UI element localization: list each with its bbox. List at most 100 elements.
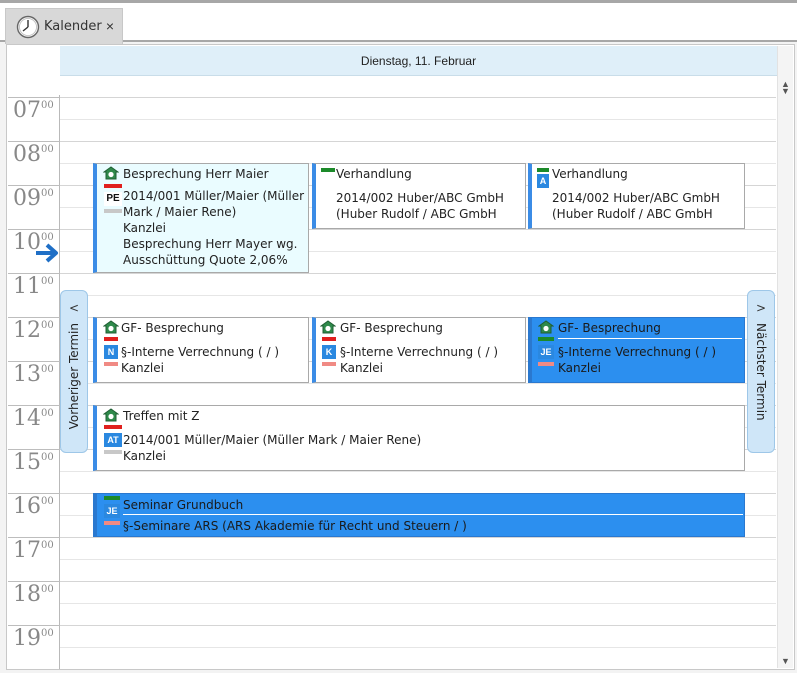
- appointment-besprechung-herr-maier[interactable]: Besprechung Herr Maier PE 2014/001 Mülle…: [93, 163, 309, 273]
- status-bar-green: [104, 496, 120, 500]
- hour-label: 1100: [13, 276, 60, 298]
- tab-close-icon[interactable]: ×: [106, 18, 114, 34]
- next-appointment-button[interactable]: > Nächster Termin: [747, 290, 775, 453]
- appointment-line-2: Kanzlei: [558, 361, 601, 375]
- appointment-title: Verhandlung: [336, 167, 412, 181]
- half-hour-gridline: [60, 471, 776, 472]
- hour-minutes: 00: [41, 540, 54, 551]
- appointment-title: GF- Besprechung: [558, 321, 661, 335]
- hour-separator: [8, 185, 60, 186]
- hour-separator: [8, 361, 60, 362]
- hour-number: 14: [13, 406, 41, 431]
- user-badge: PE: [104, 192, 122, 206]
- hour-number: 12: [13, 318, 41, 343]
- user-badge: AT: [104, 433, 122, 447]
- next-appointment-label: Nächster Termin: [754, 323, 768, 421]
- chevron-right-icon: >: [755, 301, 767, 315]
- status-bar-pink: [538, 362, 554, 366]
- title-separator: [123, 514, 743, 515]
- hour-minutes: 00: [41, 188, 54, 199]
- hour-minutes: 00: [41, 364, 54, 375]
- appointment-title: GF- Besprechung: [340, 321, 443, 335]
- appointment-line-2: Mark / Maier Rene): [123, 205, 237, 219]
- appointment-seminar-grundbuch[interactable]: Seminar Grundbuch JE §-Seminare ARS (ARS…: [93, 493, 745, 537]
- vertical-scrollbar[interactable]: ▲ ▼ ▼: [777, 46, 793, 668]
- hour-minutes: 00: [41, 408, 54, 419]
- hour-number: 15: [13, 450, 41, 475]
- hour-separator: [8, 493, 60, 494]
- hour-label: 1900: [13, 628, 60, 650]
- appointment-treffen-mit-z[interactable]: Treffen mit Z AT 2014/001 Müller/Maier (…: [93, 405, 745, 471]
- appointment-verhandlung-1[interactable]: Verhandlung 2014/002 Huber/ABC GmbH (Hub…: [312, 163, 526, 229]
- hour-gridline: [60, 625, 776, 626]
- day-header-label: Dienstag, 11. Februar: [360, 53, 477, 68]
- hour-gridline: [60, 141, 776, 142]
- appointment-line-5: Ausschüttung Quote 2,06%: [123, 253, 288, 267]
- status-bar-pink: [104, 521, 120, 525]
- tab-kalender[interactable]: Kalender ×: [5, 8, 123, 44]
- scroll-down-icon[interactable]: ▼: [778, 84, 793, 98]
- hour-separator: [8, 581, 60, 582]
- appointment-verhandlung-2[interactable]: A Verhandlung 2014/002 Huber/ABC GmbH (H…: [528, 163, 745, 229]
- hour-label: 0900: [13, 188, 60, 210]
- hour-minutes: 00: [41, 320, 54, 331]
- hour-gridline: [60, 581, 776, 582]
- tab-label: Kalender: [44, 19, 102, 34]
- hour-minutes: 00: [41, 584, 54, 595]
- user-badge: JE: [104, 504, 120, 518]
- status-bar-green: [538, 337, 554, 341]
- appointment-title: Verhandlung: [552, 167, 628, 181]
- hour-separator: [8, 405, 60, 406]
- hour-number: 13: [13, 362, 41, 387]
- hour-label: 1300: [13, 364, 60, 386]
- hour-separator: [8, 273, 60, 274]
- hour-label: 0700: [13, 100, 60, 122]
- appointment-line-1: 2014/002 Huber/ABC GmbH: [552, 191, 720, 205]
- appointment-title: GF- Besprechung: [121, 321, 224, 335]
- status-bar-red: [104, 425, 122, 429]
- calendar-frame: Dienstag, 11. Februar ▲ ▼ ▼ 0700 0800 0900…: [6, 44, 795, 670]
- status-bar-green: [321, 168, 335, 172]
- title-separator: [558, 338, 742, 339]
- hour-separator: [8, 141, 60, 142]
- appointment-title: Seminar Grundbuch: [123, 498, 244, 512]
- hour-number: 17: [13, 538, 41, 563]
- appointment-title: Besprechung Herr Maier: [123, 167, 269, 181]
- hour-separator: [8, 229, 60, 230]
- hour-label: 1200: [13, 320, 60, 342]
- status-bar-red: [104, 337, 118, 341]
- status-bar-pink: [104, 362, 118, 366]
- scroll-bottom-icon[interactable]: ▼: [778, 654, 793, 668]
- status-bar-grey: [104, 450, 122, 454]
- hour-separator: [8, 449, 60, 450]
- hour-label: 1700: [13, 540, 60, 562]
- time-column: 0700 0800 0900 1000 1100 1200 1300 1400 1500 1600…: [8, 95, 60, 669]
- tab-strip: Kalender ×: [0, 0, 797, 44]
- appointment-line-1: §-Interne Verrechnung ( / ): [558, 345, 717, 359]
- status-bar-pink: [322, 362, 336, 366]
- hour-number: 09: [13, 186, 41, 211]
- calendar-app: Kalender × Dienstag, 11. Februar ▲ ▼ ▼ 0…: [0, 0, 797, 673]
- hour-number: 11: [13, 274, 41, 299]
- hour-minutes: 00: [41, 100, 54, 111]
- user-badge: JE: [538, 345, 554, 359]
- appointment-type-icon: [102, 320, 120, 337]
- appointment-line-2: Kanzlei: [121, 361, 164, 375]
- user-badge: N: [104, 345, 118, 359]
- appointment-type-icon: [102, 166, 120, 183]
- hour-minutes: 00: [41, 276, 54, 287]
- hour-label: 1600: [13, 496, 60, 518]
- appointment-gf-besprechung-2[interactable]: GF- Besprechung K §-Interne Verrechnung …: [312, 317, 526, 383]
- appointment-line-4: Besprechung Herr Mayer wg.: [123, 237, 298, 251]
- appointment-line-1: §-Interne Verrechnung ( / ): [340, 345, 499, 359]
- current-time-arrow-icon: [34, 242, 60, 264]
- day-header[interactable]: Dienstag, 11. Februar: [60, 46, 777, 76]
- chevron-left-icon: <: [68, 301, 80, 315]
- hour-separator: [8, 625, 60, 626]
- appointment-line-1: §-Seminare ARS (ARS Akademie für Recht u…: [123, 519, 467, 533]
- appointment-line-1: 2014/002 Huber/ABC GmbH: [336, 191, 504, 205]
- appointment-gf-besprechung-1[interactable]: GF- Besprechung N §-Interne Verrechnung …: [93, 317, 309, 383]
- appointment-gf-besprechung-3-selected[interactable]: GF- Besprechung JE §-Interne Verrechnung…: [528, 317, 745, 383]
- user-badge: K: [322, 345, 336, 359]
- previous-appointment-button[interactable]: < Vorheriger Termin: [60, 290, 88, 453]
